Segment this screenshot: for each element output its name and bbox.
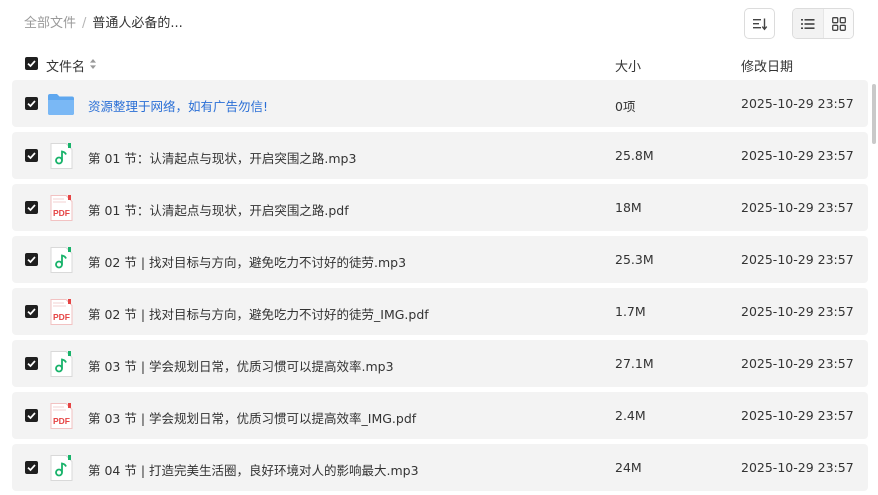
checkmark-icon (27, 360, 36, 368)
breadcrumb-root-link[interactable]: 全部文件 (24, 16, 76, 31)
file-size: 25.3M (615, 252, 654, 267)
file-size: 0项 (615, 99, 636, 114)
breadcrumb-separator: / (82, 16, 87, 31)
file-size: 27.1M (615, 356, 654, 371)
checkmark-icon (27, 60, 36, 68)
grid-view-icon (831, 16, 846, 31)
file-name[interactable]: 第 03 节 | 学会规划日常，优质习惯可以提高效率.mp3 (88, 356, 394, 375)
checkmark-icon (27, 256, 36, 264)
scrollbar-thumb[interactable] (872, 84, 876, 144)
svg-text:PDF: PDF (53, 208, 70, 218)
music-file-icon (47, 350, 75, 378)
checkmark-icon (27, 308, 36, 316)
file-row[interactable]: 第 04 节 | 打造完美生活圈，良好环境对人的影响最大.mp3 24M 2025-… (12, 444, 868, 491)
sort-toggle-icon[interactable] (89, 58, 97, 70)
file-modified-date: 2025-10-29 23:57 (741, 148, 854, 163)
file-size: 18M (615, 200, 642, 215)
checkmark-icon (27, 152, 36, 160)
file-modified-date: 2025-10-29 23:57 (741, 408, 854, 423)
checkmark-icon (27, 100, 36, 108)
sort-button[interactable] (744, 8, 775, 39)
pdf-file-icon: PDF (47, 194, 75, 222)
file-row[interactable]: 第 01 节：认清起点与现状，开启突围之路.mp3 25.8M 2025-10-29… (12, 132, 868, 179)
file-modified-date: 2025-10-29 23:57 (741, 460, 854, 475)
file-size: 25.8M (615, 148, 654, 163)
column-header-name[interactable]: 文件名 (46, 56, 85, 75)
grid-view-button[interactable] (823, 9, 853, 38)
file-size: 24M (615, 460, 642, 475)
list-view-button[interactable] (793, 9, 823, 38)
file-name[interactable]: 第 04 节 | 打造完美生活圈，良好环境对人的影响最大.mp3 (88, 460, 419, 479)
svg-text:PDF: PDF (53, 312, 70, 322)
file-modified-date: 2025-10-29 23:57 (741, 96, 854, 111)
top-bar: 全部文件 / 普通人必备的... (0, 0, 878, 46)
checkmark-icon (27, 204, 36, 212)
file-name[interactable]: 资源整理于网络，如有广告勿信! (88, 96, 268, 115)
pdf-file-icon: PDF (47, 298, 75, 326)
column-header-date[interactable]: 修改日期 (741, 56, 793, 75)
file-row[interactable]: 第 03 节 | 学会规划日常，优质习惯可以提高效率.mp3 27.1M 2025-… (12, 340, 868, 387)
list-view-icon (801, 18, 815, 29)
svg-text:PDF: PDF (53, 416, 70, 426)
sort-icon (752, 18, 767, 30)
file-modified-date: 2025-10-29 23:57 (741, 200, 854, 215)
file-size: 2.4M (615, 408, 646, 423)
file-name[interactable]: 第 03 节 | 学会规划日常，优质习惯可以提高效率_IMG.pdf (88, 408, 416, 427)
breadcrumb: 全部文件 / 普通人必备的... (24, 15, 183, 33)
file-modified-date: 2025-10-29 23:57 (741, 356, 854, 371)
music-file-icon (47, 246, 75, 274)
music-file-icon (47, 142, 75, 170)
folder-icon (47, 90, 75, 118)
column-header-size[interactable]: 大小 (615, 56, 641, 75)
row-checkbox[interactable] (25, 357, 38, 370)
file-name[interactable]: 第 01 节：认清起点与现状，开启突围之路.pdf (88, 200, 349, 219)
music-file-icon (47, 454, 75, 482)
select-all-checkbox[interactable] (25, 57, 38, 70)
file-row[interactable]: 第 02 节 | 找对目标与方向，避免吃力不讨好的徒劳.mp3 25.3M 2025… (12, 236, 868, 283)
row-checkbox[interactable] (25, 97, 38, 110)
row-checkbox[interactable] (25, 461, 38, 474)
row-checkbox[interactable] (25, 253, 38, 266)
file-row[interactable]: PDF 第 03 节 | 学会规划日常，优质习惯可以提高效率_IMG.pdf 2.4… (12, 392, 868, 439)
view-toggle-group (792, 8, 854, 39)
table-header: 文件名 大小 修改日期 (12, 50, 868, 78)
file-modified-date: 2025-10-29 23:57 (741, 304, 854, 319)
file-row[interactable]: 资源整理于网络，如有广告勿信! 0项 2025-10-29 23:57 (12, 80, 868, 127)
breadcrumb-current-folder: 普通人必备的... (92, 16, 183, 31)
file-modified-date: 2025-10-29 23:57 (741, 252, 854, 267)
file-name[interactable]: 第 02 节 | 找对目标与方向，避免吃力不讨好的徒劳.mp3 (88, 252, 406, 271)
file-row[interactable]: PDF 第 01 节：认清起点与现状，开启突围之路.pdf 18M 2025-10-2… (12, 184, 868, 231)
row-checkbox[interactable] (25, 149, 38, 162)
pdf-file-icon: PDF (47, 402, 75, 430)
checkmark-icon (27, 412, 36, 420)
row-checkbox[interactable] (25, 305, 38, 318)
row-checkbox[interactable] (25, 409, 38, 422)
file-name[interactable]: 第 02 节 | 找对目标与方向，避免吃力不讨好的徒劳_IMG.pdf (88, 304, 429, 323)
checkmark-icon (27, 464, 36, 472)
file-row[interactable]: PDF 第 02 节 | 找对目标与方向，避免吃力不讨好的徒劳_IMG.pdf 1.… (12, 288, 868, 335)
row-checkbox[interactable] (25, 201, 38, 214)
file-size: 1.7M (615, 304, 646, 319)
file-name[interactable]: 第 01 节：认清起点与现状，开启突围之路.mp3 (88, 148, 356, 167)
